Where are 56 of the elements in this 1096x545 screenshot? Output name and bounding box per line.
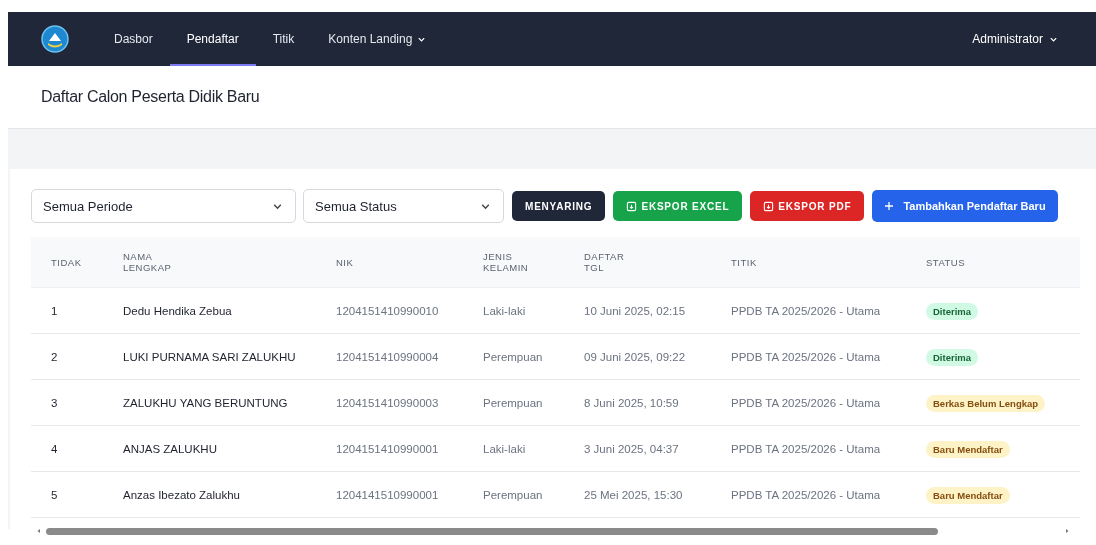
table-cell-text: Perempuan <box>483 488 544 501</box>
page-title: Daftar Calon Peserta Didik Baru <box>41 88 260 106</box>
table-cell-text: PPDB TA 2025/2026 - Utama <box>731 350 882 363</box>
table-cell-text: 25 Mei 2025, 15:30 <box>584 488 684 501</box>
table-cell-text: PPDB TA 2025/2026 - Utama <box>731 304 882 317</box>
table-cell-text: 1 <box>51 304 59 317</box>
nav-tab[interactable]: Dasbor <box>97 12 170 66</box>
table-cell-text: 1204141510990001 <box>336 488 440 501</box>
table-cell-text: 4 <box>51 442 59 455</box>
table-cell-text: 09 Juni 2025, 09:22 <box>584 350 687 363</box>
export-button[interactable]: EKSPOR PDF <box>750 191 865 221</box>
add-button[interactable]: Tambahkan Pendaftar Baru <box>872 190 1058 222</box>
table-cell-text: Dedu Hendika Zebua <box>123 304 233 317</box>
table-cell-text: 3 Juni 2025, 04:37 <box>584 442 680 455</box>
status-badge: Baru Mendaftar <box>926 486 1010 504</box>
table-cell-text: PPDB TA 2025/2026 - Utama <box>731 488 882 501</box>
column-header: TITIK <box>731 256 758 268</box>
table-cell-text: 8 Juni 2025, 10:59 <box>584 396 680 409</box>
logo-icon[interactable] <box>41 25 69 53</box>
filter-button[interactable]: MENYARING <box>512 191 606 221</box>
table-cell-text: ANJAS ZALUKHU <box>123 442 218 455</box>
table-cell-text: 1204151410990003 <box>336 396 440 409</box>
table-cell-text: Laki-laki <box>483 304 527 317</box>
table-cell-text: 3 <box>51 396 59 409</box>
table-cell-text: ZALUKHU YANG BERUNTUNG <box>123 396 289 409</box>
status-select[interactable]: Semua Status <box>303 189 504 223</box>
column-header: NAMA LENGKAP <box>123 251 173 273</box>
column-header: TIDAK <box>51 256 83 268</box>
column-header: JENIS KELAMIN <box>483 251 530 273</box>
column-header: STATUS <box>926 256 967 268</box>
table-cell-text: 2 <box>51 350 59 363</box>
table-cell-text: PPDB TA 2025/2026 - Utama <box>731 442 882 455</box>
status-badge: Diterima <box>926 348 978 366</box>
table-cell-text: LUKI PURNAMA SARI ZALUKHU <box>123 350 297 363</box>
file-icon <box>763 200 775 212</box>
table-cell-text: 5 <box>51 488 59 501</box>
file-icon <box>626 200 638 212</box>
nav-tab[interactable]: Titik <box>255 12 312 66</box>
period-select[interactable]: Semua Periode <box>31 189 296 223</box>
column-header: NIK <box>336 256 355 268</box>
table-cell-text: Anzas Ibezato Zalukhu <box>123 488 241 501</box>
status-badge: Diterima <box>926 302 978 320</box>
status-badge: Berkas Belum Lengkap <box>926 394 1046 412</box>
table-cell-text: 10 Juni 2025, 02:15 <box>584 304 687 317</box>
table-cell-text: 1204151410990010 <box>336 304 440 317</box>
table-cell-text: 1204151410990001 <box>336 442 440 455</box>
table-cell-text: PPDB TA 2025/2026 - Utama <box>731 396 882 409</box>
table-cell-text: Perempuan <box>483 396 544 409</box>
status-badge: Baru Mendaftar <box>926 440 1010 458</box>
table-cell-text: 1204151410990004 <box>336 350 440 363</box>
plus-icon <box>884 201 895 211</box>
nav-tab[interactable]: Konten Landing <box>311 12 444 66</box>
table-cell-text: Laki-laki <box>483 442 527 455</box>
user-menu[interactable]: Administrator <box>972 32 1058 46</box>
table-cell-text: Perempuan <box>483 350 544 363</box>
column-header: DAFTAR TGL <box>584 251 626 273</box>
